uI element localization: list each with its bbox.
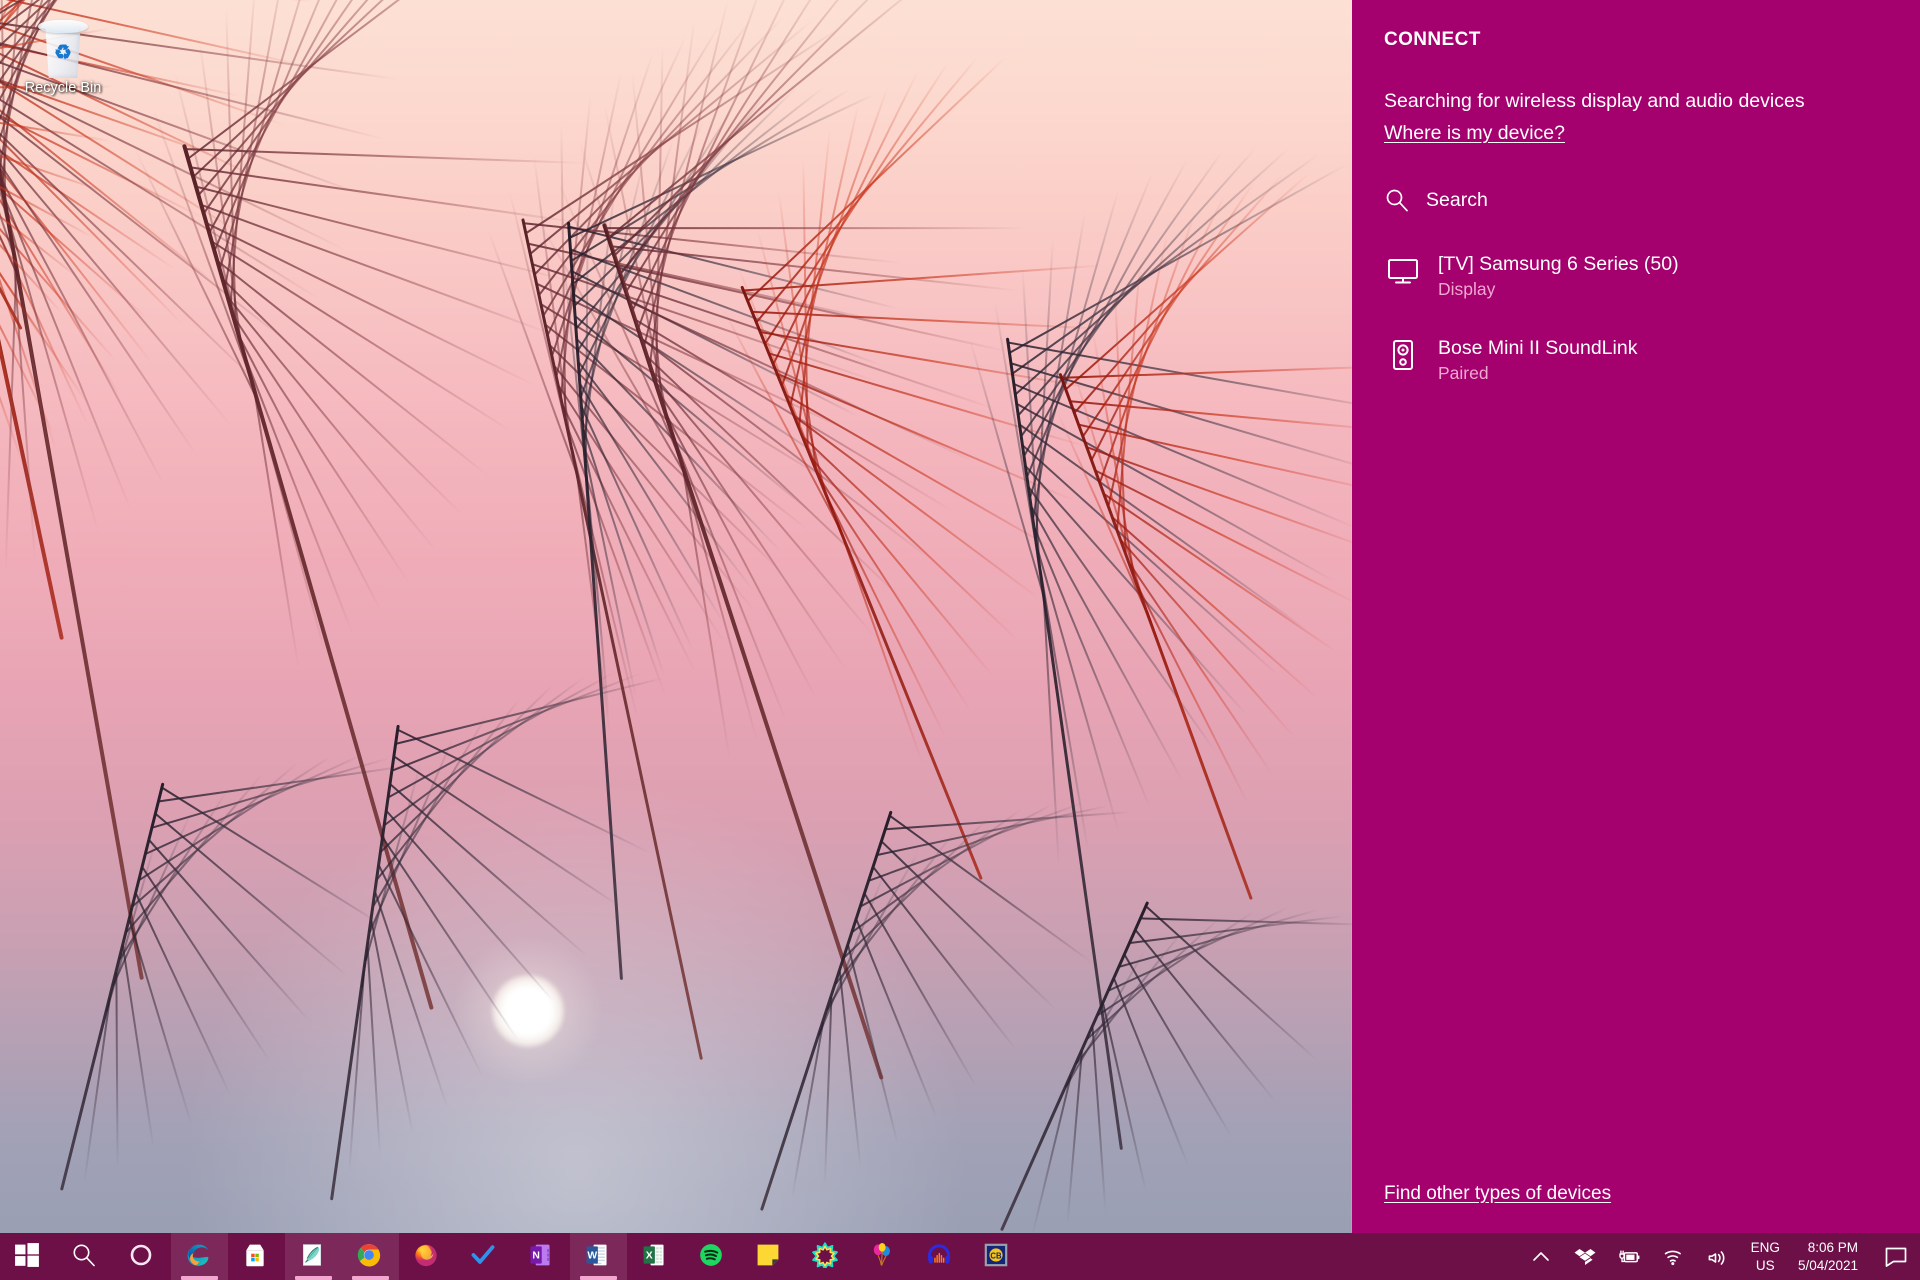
recycle-bin-icon: ♻ xyxy=(35,16,91,78)
sun xyxy=(492,975,564,1047)
show-hidden-icons-button[interactable] xyxy=(1519,1233,1563,1280)
running-indicator xyxy=(295,1276,332,1280)
cortana-button[interactable] xyxy=(114,1233,171,1280)
todo-button[interactable] xyxy=(456,1233,513,1280)
taskbar-app-buttons: N W X CB xyxy=(0,1233,1026,1280)
chrome-button[interactable] xyxy=(342,1233,399,1280)
chrome-icon xyxy=(356,1242,386,1272)
taskbar[interactable]: N W X CB ENG US 8:06 PM 5/04/2021 xyxy=(0,1233,1920,1280)
chevron-up-icon xyxy=(1532,1251,1549,1261)
excel-icon: X xyxy=(641,1242,671,1272)
sticky-notes-icon xyxy=(755,1242,785,1272)
paint3d-button[interactable] xyxy=(285,1233,342,1280)
windows-logo-icon xyxy=(14,1242,44,1272)
onenote-icon: N xyxy=(527,1242,557,1272)
connect-title: CONNECT xyxy=(1384,29,1481,50)
start-button[interactable] xyxy=(0,1233,57,1280)
desktop-icon-recycle-bin[interactable]: ♻ Recycle Bin xyxy=(8,12,118,116)
spotify-icon xyxy=(698,1242,728,1272)
clock[interactable]: 8:06 PM 5/04/2021 xyxy=(1792,1233,1872,1280)
svg-text:X: X xyxy=(645,1250,652,1261)
running-indicator xyxy=(352,1276,389,1280)
search-button[interactable] xyxy=(57,1233,114,1280)
wifi-icon xyxy=(1664,1250,1681,1265)
starburst-button[interactable] xyxy=(798,1233,855,1280)
sticky-notes-button[interactable] xyxy=(741,1233,798,1280)
svg-text:CB: CB xyxy=(990,1251,1002,1260)
battery-charging-icon xyxy=(1619,1249,1640,1262)
starburst-icon xyxy=(811,1241,842,1272)
excel-button[interactable]: X xyxy=(627,1233,684,1280)
volume-tray-button[interactable] xyxy=(1695,1233,1739,1280)
running-indicator xyxy=(580,1276,617,1280)
cb-button[interactable]: CB xyxy=(969,1233,1026,1280)
edge-icon xyxy=(185,1242,215,1272)
edge-button[interactable] xyxy=(171,1233,228,1280)
balloons-icon xyxy=(869,1242,899,1272)
running-indicator xyxy=(181,1276,218,1280)
device-status: Display xyxy=(1438,279,1496,299)
balloons-button[interactable] xyxy=(855,1233,912,1280)
connect-device-row-speaker[interactable]: Bose Mini II SoundLink Paired xyxy=(1384,325,1890,395)
firefox-icon xyxy=(413,1242,443,1272)
onenote-button[interactable]: N xyxy=(513,1233,570,1280)
clock-date: 5/04/2021 xyxy=(1797,1257,1858,1273)
battery-tray-button[interactable] xyxy=(1607,1233,1651,1280)
word-button[interactable]: W xyxy=(570,1233,627,1280)
language-line-1: ENG xyxy=(1750,1239,1780,1255)
microsoft-store-icon xyxy=(242,1242,272,1272)
monitor-icon xyxy=(1388,259,1418,284)
firefox-button[interactable] xyxy=(399,1233,456,1280)
language-indicator[interactable]: ENG US xyxy=(1739,1233,1792,1280)
dropbox-tray-button[interactable] xyxy=(1563,1233,1607,1280)
device-name: [TV] Samsung 6 Series (50) xyxy=(1438,253,1679,275)
connect-search-button[interactable]: Search xyxy=(1384,185,1890,215)
device-status: Paired xyxy=(1438,363,1489,383)
search-icon xyxy=(71,1242,101,1272)
svg-text:N: N xyxy=(532,1250,540,1261)
clock-time: 8:06 PM xyxy=(1807,1239,1858,1255)
headphones-button[interactable] xyxy=(912,1233,969,1280)
find-other-devices-link[interactable]: Find other types of devices xyxy=(1384,1183,1611,1205)
where-is-my-device-link[interactable]: Where is my device? xyxy=(1384,122,1565,145)
connect-search-label: Search xyxy=(1426,188,1488,211)
volume-icon xyxy=(1708,1250,1725,1265)
connect-status-text: Searching for wireless display and audio… xyxy=(1384,90,1805,112)
language-line-2: US xyxy=(1755,1257,1775,1273)
desktop-icon-label: Recycle Bin xyxy=(24,80,102,96)
search-icon xyxy=(1386,189,1408,212)
headphones-icon xyxy=(926,1242,956,1272)
cb-badge-icon: CB xyxy=(983,1242,1013,1272)
store-button[interactable] xyxy=(228,1233,285,1280)
svg-text:W: W xyxy=(587,1250,597,1261)
action-center-icon xyxy=(1885,1247,1907,1267)
connect-device-row-tv[interactable]: [TV] Samsung 6 Series (50) Display xyxy=(1384,241,1890,311)
action-center-button[interactable] xyxy=(1872,1233,1920,1280)
dropbox-icon xyxy=(1574,1248,1596,1265)
spotify-button[interactable] xyxy=(684,1233,741,1280)
connect-flyout[interactable]: CONNECT Searching for wireless display a… xyxy=(1352,0,1920,1233)
system-tray: ENG US 8:06 PM 5/04/2021 xyxy=(1519,1233,1920,1280)
word-icon: W xyxy=(584,1242,614,1272)
paint-feather-icon xyxy=(299,1242,329,1272)
device-name: Bose Mini II SoundLink xyxy=(1438,337,1638,359)
network-tray-button[interactable] xyxy=(1651,1233,1695,1280)
speaker-icon xyxy=(1393,340,1413,370)
cortana-icon xyxy=(128,1242,158,1272)
checkmark-icon xyxy=(470,1242,500,1272)
